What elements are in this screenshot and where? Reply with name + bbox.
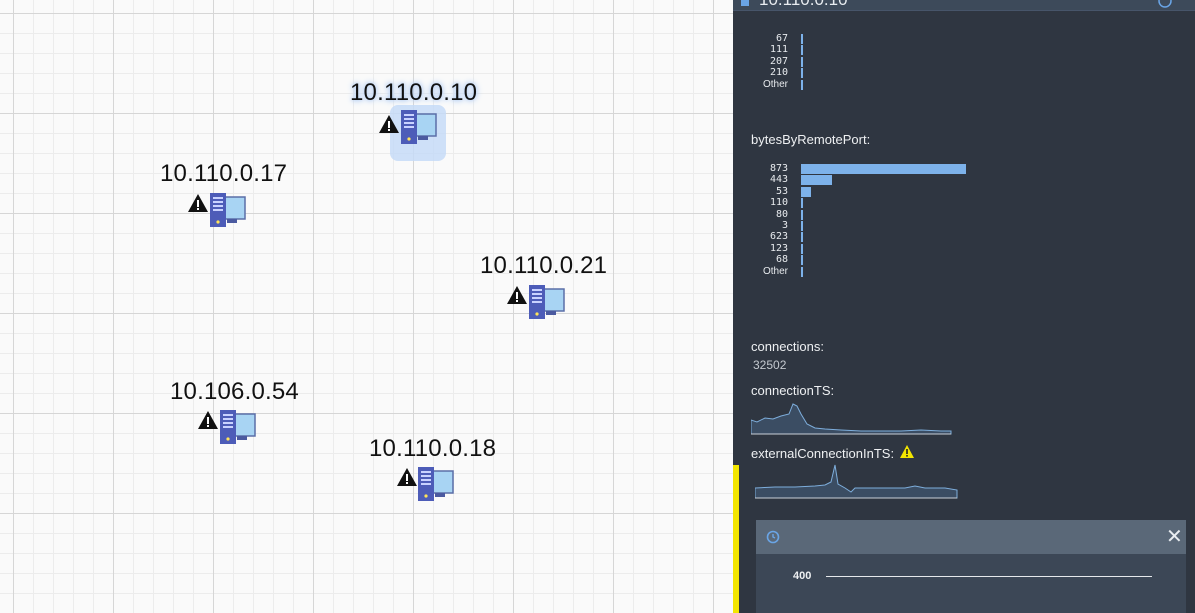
external-connection-in-ts-title: externalConnectionInTS: (751, 446, 895, 461)
bar-label: 111 (769, 44, 788, 56)
bar-row: 110 (733, 197, 1195, 209)
bar[interactable] (801, 79, 803, 90)
warning-triangle-icon (188, 194, 208, 212)
bar-label: 110 (769, 197, 788, 209)
network-graph-canvas[interactable]: 10.110.0.10 10.110.0.17 10.110.0.21 10.1… (0, 0, 733, 613)
bytes-by-remote-port-chart: 873 443 53 110 80 3 623 123 68 Other (733, 163, 1195, 277)
warning-triangle-icon (507, 286, 527, 304)
bar-label: 67 (775, 33, 788, 44)
subpanel-header: ✕ (756, 520, 1186, 554)
bar[interactable] (801, 186, 811, 197)
node-details-panel[interactable]: 10.110.0.10 × 67111207210Other bytesByRe… (733, 0, 1195, 613)
server-computer-icon[interactable] (415, 465, 455, 505)
time-series-subpanel[interactable]: ✕ 400 (756, 520, 1186, 613)
server-computer-icon[interactable] (207, 191, 247, 231)
server-computer-icon[interactable] (398, 108, 438, 148)
bar-row: 207 (733, 56, 1195, 67)
bar-row: 443 (733, 174, 1195, 186)
bar-row: 80 (733, 209, 1195, 220)
node-label: 10.110.0.18 (369, 435, 497, 462)
bar-row: Other (733, 266, 1195, 277)
close-icon[interactable]: ✕ (1166, 524, 1183, 548)
bar-row: 68 (733, 254, 1195, 266)
bar-row: 3 (733, 220, 1195, 231)
bar[interactable] (801, 45, 803, 56)
bar[interactable] (801, 255, 803, 266)
bar-row: 53 (733, 186, 1195, 197)
bar-label: 207 (769, 55, 788, 67)
bar-row: 623 (733, 231, 1195, 243)
bar-row: 210 (733, 67, 1195, 79)
node-label: 10.106.0.54 (170, 378, 299, 405)
clock-icon[interactable] (1158, 0, 1172, 8)
bar-row: 123 (733, 243, 1195, 254)
bar-row: 111 (733, 44, 1195, 56)
connections-title: connections: (751, 339, 824, 354)
server-computer-icon[interactable] (526, 283, 566, 323)
bar-label: 443 (769, 174, 788, 186)
bar[interactable] (801, 34, 803, 44)
bar-label: 3 (781, 219, 788, 231)
connection-ts-sparkline (751, 403, 952, 435)
bar-label: 80 (775, 208, 788, 220)
bar-label: Other (762, 265, 788, 277)
connections-value: 32502 (753, 358, 787, 372)
bar-label: 873 (769, 163, 788, 174)
highlight-indicator (733, 465, 739, 613)
axis-value-label: 400 (793, 570, 812, 582)
bar[interactable] (801, 243, 803, 254)
bar-label: 53 (775, 185, 788, 197)
bar-label: 623 (769, 231, 788, 243)
bytes-by-remote-port-title: bytesByRemotePort: (751, 132, 871, 147)
warning-triangle-icon (198, 411, 218, 429)
panel-title: 10.110.0.10 (759, 0, 848, 10)
bar-label: 68 (775, 254, 788, 266)
warning-triangle-icon (379, 115, 399, 133)
node-label: 10.110.0.17 (160, 160, 288, 187)
bar[interactable] (801, 209, 803, 220)
bar-row: 67 (733, 33, 1195, 44)
connection-ts-title: connectionTS: (751, 383, 835, 398)
bar-label: 123 (769, 242, 788, 254)
bar-label: 210 (769, 67, 788, 79)
bar[interactable] (801, 68, 803, 79)
bar[interactable] (801, 266, 803, 277)
server-computer-icon[interactable] (217, 408, 257, 448)
bar-label: Other (762, 78, 788, 90)
bar[interactable] (801, 164, 966, 174)
clock-icon[interactable] (766, 530, 780, 544)
node-label: 10.110.0.10 (350, 79, 478, 106)
node-type-icon (741, 0, 749, 6)
bar-row: Other (733, 79, 1195, 90)
top-bar-list: 67 111 207 210 Other (733, 33, 1195, 90)
bar[interactable] (801, 198, 803, 209)
warning-icon (900, 445, 914, 458)
bar[interactable] (801, 56, 803, 67)
bar[interactable] (801, 232, 803, 243)
close-icon[interactable]: × (1183, 0, 1192, 6)
external-connection-in-ts-sparkline (755, 464, 958, 499)
axis-line (826, 576, 1152, 577)
bar-row: 873 (733, 163, 1195, 174)
bar[interactable] (801, 220, 803, 231)
bar[interactable] (801, 175, 832, 186)
panel-header: 10.110.0.10 × (733, 0, 1195, 11)
node-label: 10.110.0.21 (480, 252, 608, 279)
